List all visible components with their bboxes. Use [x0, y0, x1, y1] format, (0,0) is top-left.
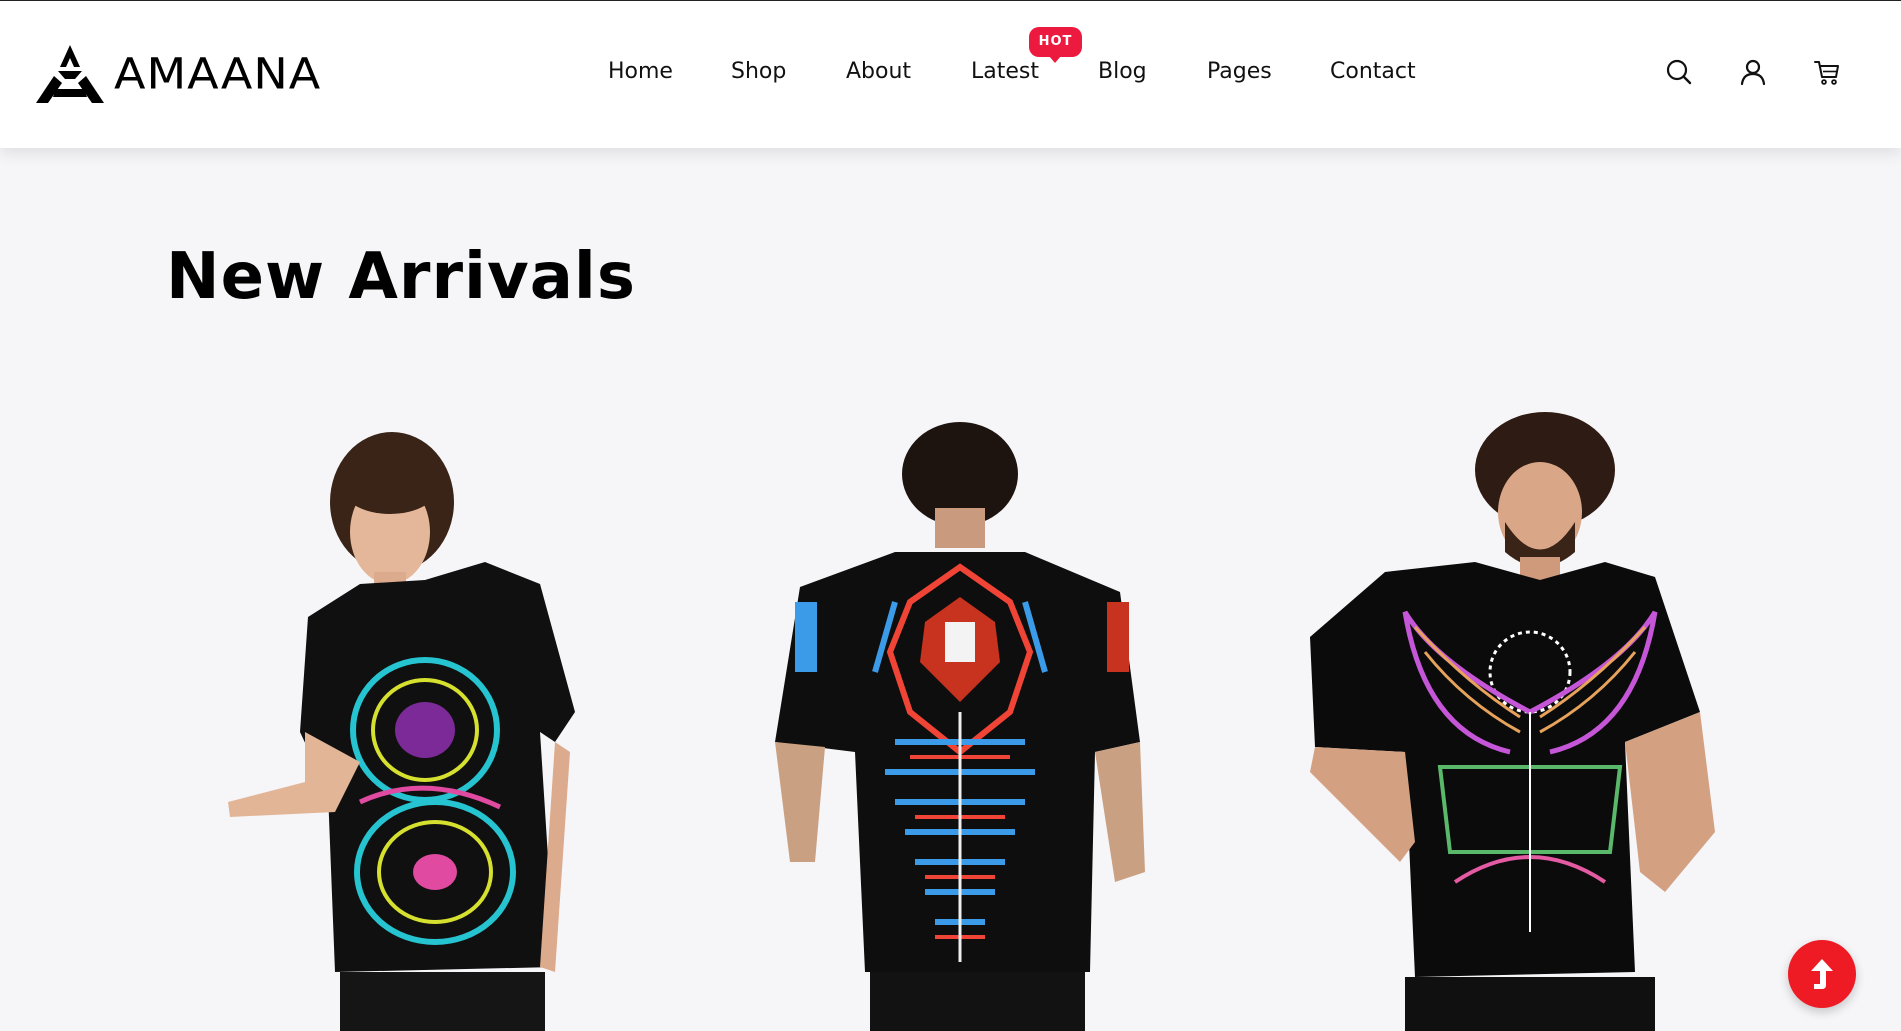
nav-shop[interactable]: Shop — [731, 59, 786, 84]
nav-pages[interactable]: Pages — [1207, 59, 1272, 84]
product-image-mecha-tee — [775, 422, 1145, 1031]
arrow-up-icon — [1811, 959, 1833, 989]
hot-badge: HOT — [1029, 27, 1082, 63]
product-image-wings-tee — [1310, 412, 1715, 1031]
nav-home[interactable]: Home — [608, 59, 673, 84]
user-icon[interactable] — [1739, 58, 1767, 86]
page: AMAANA Home Shop About Latest HOT Blog P… — [0, 0, 1901, 1031]
section-title: New Arrivals — [166, 240, 636, 314]
product-card[interactable] — [745, 412, 1185, 1031]
product-card[interactable] — [1295, 412, 1735, 1031]
nav-about[interactable]: About — [846, 59, 911, 84]
nav-contact[interactable]: Contact — [1330, 59, 1416, 84]
back-to-top-button[interactable] — [1788, 940, 1856, 1008]
product-image-mandala-tee — [228, 432, 575, 1031]
nav-latest[interactable]: Latest — [971, 59, 1039, 84]
cart-icon[interactable] — [1813, 58, 1841, 86]
site-header: AMAANA Home Shop About Latest HOT Blog P… — [0, 0, 1901, 148]
search-icon[interactable] — [1665, 58, 1693, 86]
product-card[interactable] — [210, 412, 650, 1031]
main-nav: Home Shop About Latest HOT Blog Pages Co… — [0, 1, 1901, 149]
nav-blog[interactable]: Blog — [1098, 59, 1147, 84]
